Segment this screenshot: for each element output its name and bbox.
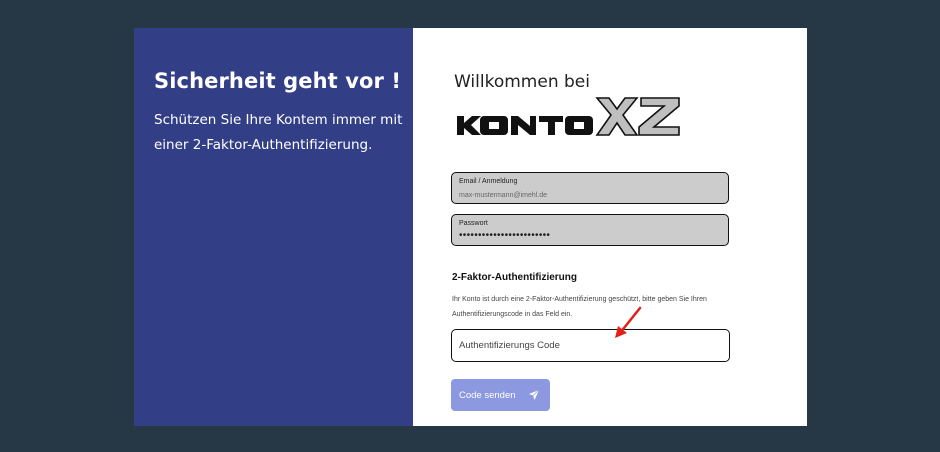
email-label: Email / Anmeldung [459, 178, 518, 185]
red-arrow-icon [615, 306, 642, 338]
welcome-text: Willkommen bei [454, 72, 590, 92]
email-value: max-mustermann@imehl.de [459, 192, 548, 199]
password-field[interactable]: Passwort •••••••••••••••••••••••• [451, 214, 729, 246]
auth-code-input[interactable] [451, 329, 730, 362]
promo-subtext: Schützen Sie Ihre Kontem immer mit einer… [154, 112, 403, 153]
send-code-label: Code senden [459, 389, 516, 401]
password-value: •••••••••••••••••••••••• [459, 230, 551, 241]
password-label: Passwort [459, 220, 488, 227]
email-field[interactable]: Email / Anmeldung max-mustermann@imehl.d… [451, 172, 729, 204]
kontoxz-logo [457, 97, 680, 136]
paper-plane-icon [528, 389, 540, 401]
login-card: Sicherheit geht vor ! Schützen Sie Ihre … [134, 28, 807, 426]
two-factor-title: 2-Faktor-Authentifizierung [452, 272, 577, 283]
promo-panel: Sicherheit geht vor ! Schützen Sie Ihre … [134, 28, 413, 426]
promo-heading: Sicherheit geht vor ! [154, 69, 402, 93]
login-form-panel: Willkommen bei Email / Anmeldung max-mus… [413, 28, 807, 426]
send-code-button[interactable]: Code senden [451, 379, 550, 411]
